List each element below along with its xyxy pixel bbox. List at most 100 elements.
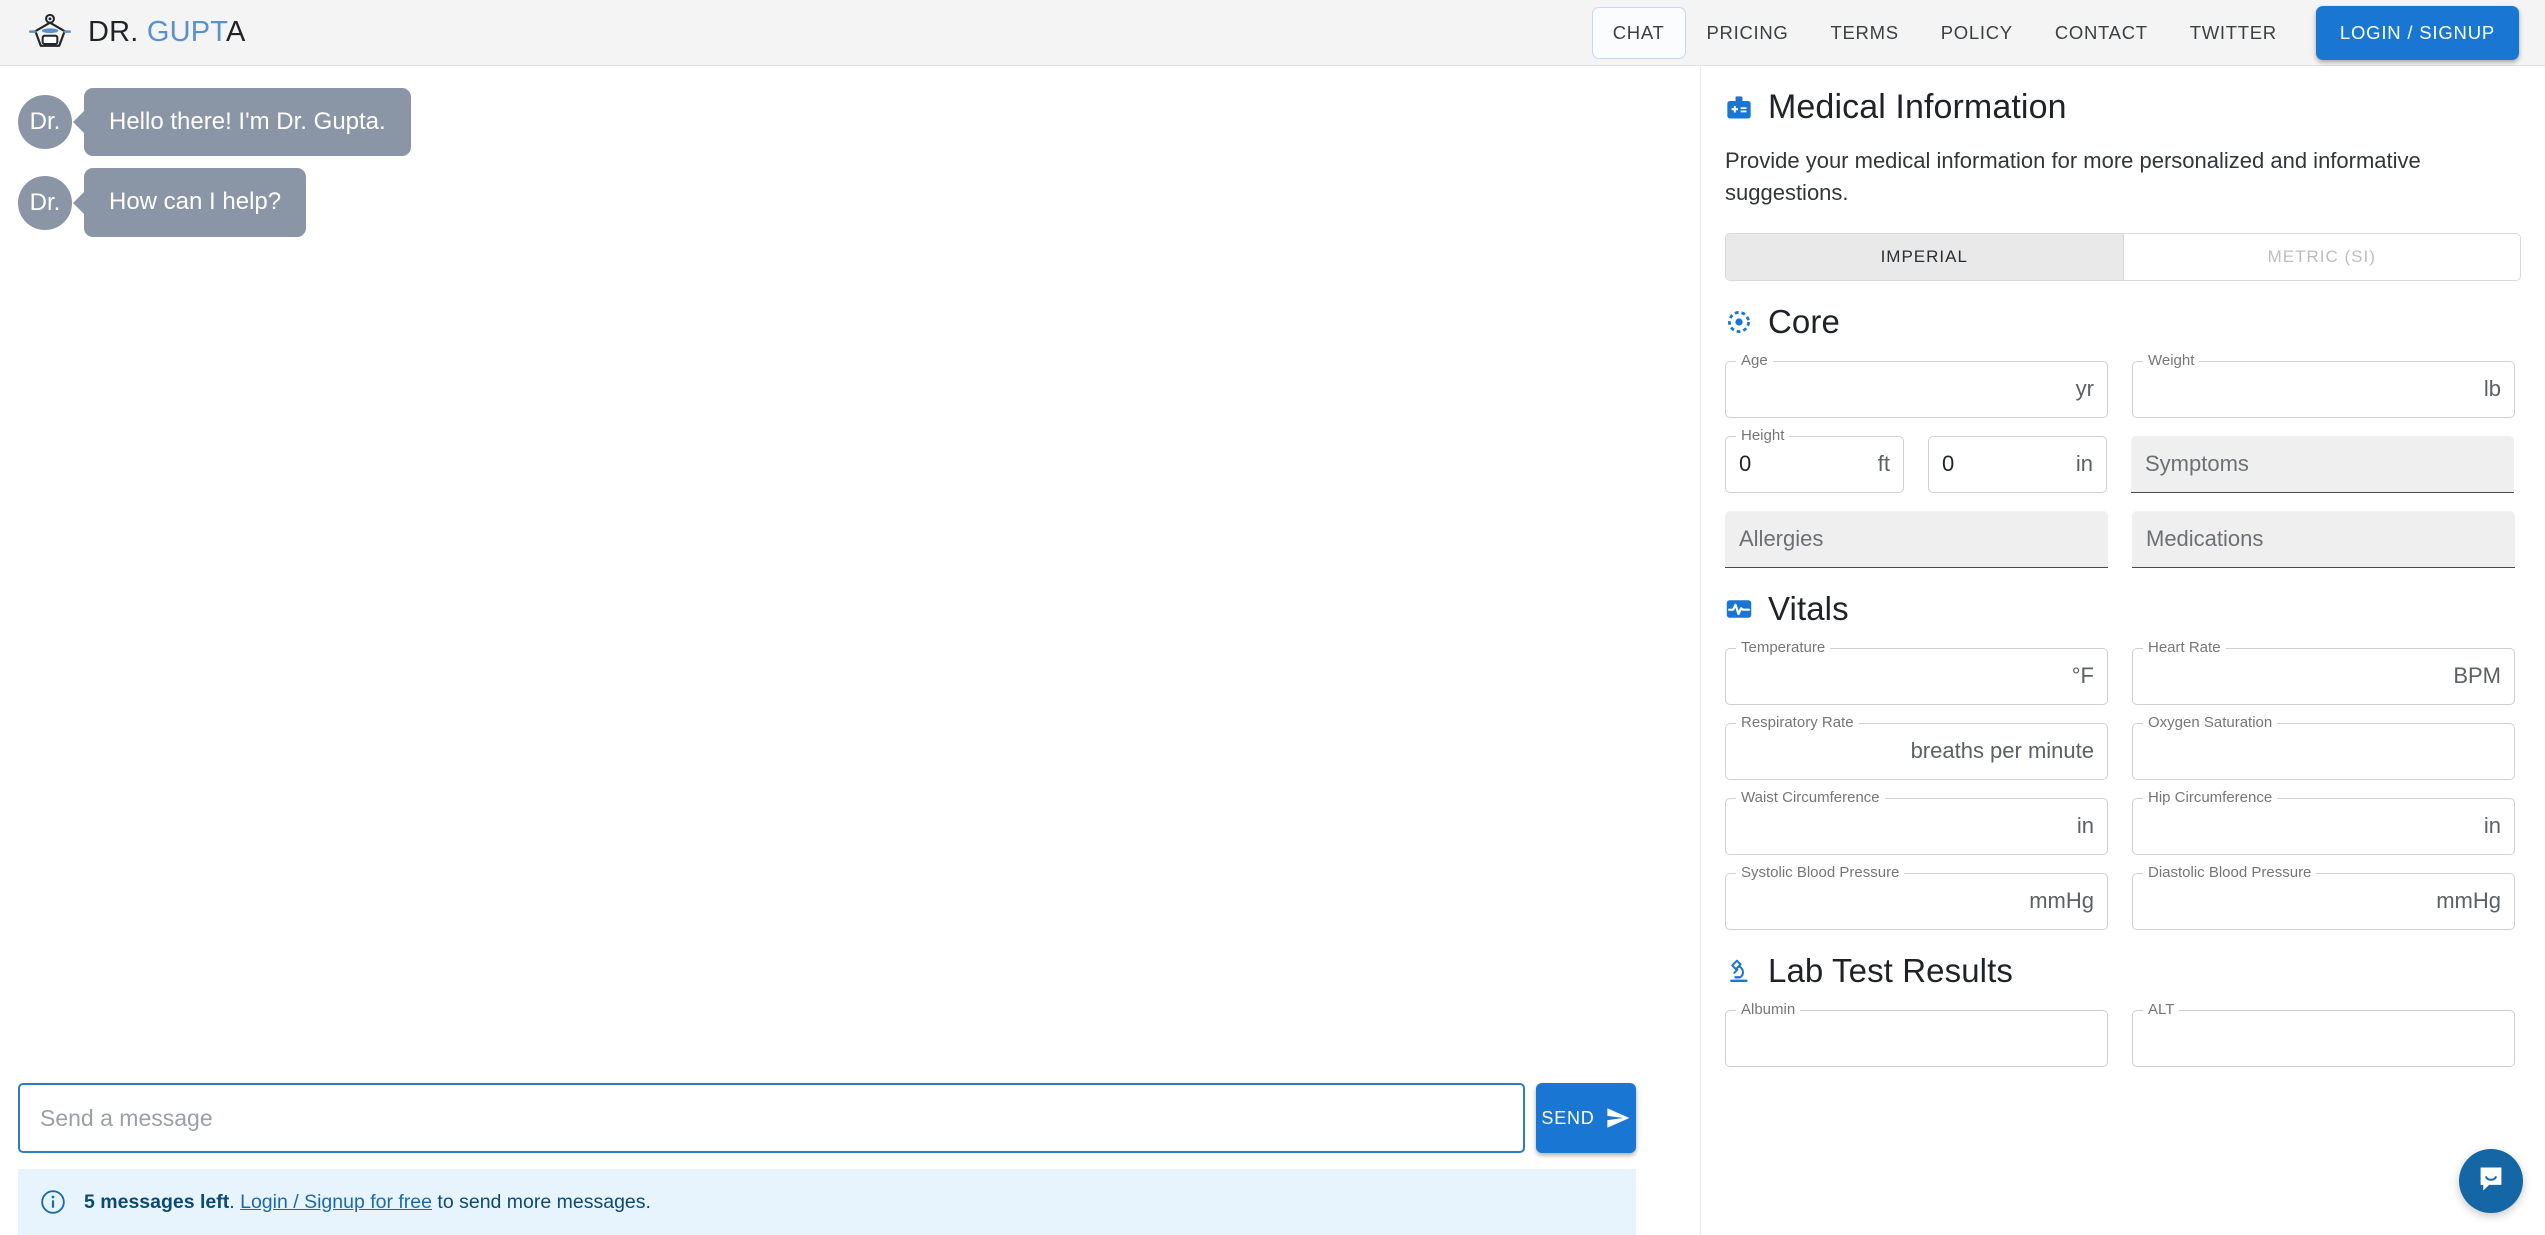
login-signup-button[interactable]: LOGIN / SIGNUP: [2316, 6, 2519, 60]
microscope-icon: [1725, 957, 1753, 985]
oxygen-saturation-input[interactable]: [2132, 723, 2515, 780]
section-title-lab-test-results: Lab Test Results: [1768, 952, 2013, 990]
heart-rate-input[interactable]: [2132, 648, 2515, 705]
field-albumin: Albumin: [1725, 1010, 2108, 1067]
diastolic-blood-pressure-label: Diastolic Blood Pressure: [2143, 864, 2316, 881]
weight-field[interactable]: Weight lb: [2132, 361, 2515, 418]
field-oxygen-saturation: Oxygen Saturation: [2132, 723, 2515, 780]
robot-doctor-logo-icon: [28, 11, 72, 55]
height-inches-input[interactable]: [1928, 436, 2107, 493]
albumin-field[interactable]: Albumin: [1725, 1010, 2108, 1067]
send-button-label: SEND: [1541, 1108, 1594, 1129]
height-inches-field[interactable]: in: [1928, 436, 2107, 493]
symptoms-field[interactable]: [2131, 436, 2514, 493]
field-medications: [2132, 511, 2515, 568]
message-input[interactable]: [18, 1083, 1525, 1153]
weight-input[interactable]: [2132, 361, 2515, 418]
section-header-core: Core: [1725, 303, 2521, 341]
field-height-feet: Height ft: [1725, 436, 1904, 493]
field-waist-circumference: Waist Circumference in: [1725, 798, 2108, 855]
medical-information-panel: Medical Information Provide your medical…: [1700, 66, 2545, 1235]
age-label: Age: [1736, 352, 1773, 369]
alt-label: ALT: [2143, 1001, 2179, 1018]
avatar: Dr.: [18, 176, 72, 230]
unit-system-toggle: IMPERIAL METRIC (SI): [1725, 233, 2521, 281]
medical-id-badge-icon: [1725, 94, 1753, 122]
nav-item-twitter[interactable]: TWITTER: [2169, 7, 2298, 59]
systolic-blood-pressure-input[interactable]: [1725, 873, 2108, 930]
message-list: Dr. Hello there! I'm Dr. Gupta. Dr. How …: [0, 66, 1700, 237]
field-diastolic-blood-pressure: Diastolic Blood Pressure mmHg: [2132, 873, 2515, 930]
age-field[interactable]: Age yr: [1725, 361, 2108, 418]
heart-rate-field[interactable]: Heart Rate BPM: [2132, 648, 2515, 705]
login-signup-link[interactable]: Login / Signup for free: [240, 1191, 432, 1213]
nav-item-terms[interactable]: TERMS: [1810, 7, 1920, 59]
waist-circumference-label: Waist Circumference: [1736, 789, 1885, 806]
send-button[interactable]: SEND: [1536, 1083, 1636, 1153]
core-fields-grid: Age yr Weight lb Height ft: [1725, 361, 2521, 568]
field-heart-rate: Heart Rate BPM: [2132, 648, 2515, 705]
chat-message: Dr. How can I help?: [18, 168, 1700, 236]
nav-item-policy[interactable]: POLICY: [1920, 7, 2034, 59]
alert-separator: .: [229, 1191, 240, 1213]
panel-description: Provide your medical information for mor…: [1725, 145, 2521, 209]
medications-input[interactable]: [2132, 511, 2515, 567]
nav-item-contact[interactable]: CONTACT: [2034, 7, 2169, 59]
hip-circumference-input[interactable]: [2132, 798, 2515, 855]
albumin-input[interactable]: [1725, 1010, 2108, 1067]
diastolic-blood-pressure-field[interactable]: Diastolic Blood Pressure mmHg: [2132, 873, 2515, 930]
alt-field[interactable]: ALT: [2132, 1010, 2515, 1067]
brand-logo-link[interactable]: DR. GUPTA: [28, 11, 246, 55]
age-input[interactable]: [1725, 361, 2108, 418]
info-icon: [40, 1189, 66, 1215]
vitals-fields-grid: Temperature °F Heart Rate BPM Respirator…: [1725, 648, 2521, 930]
temperature-field[interactable]: Temperature °F: [1725, 648, 2108, 705]
core-target-icon: [1725, 308, 1753, 336]
temperature-input[interactable]: [1725, 648, 2108, 705]
section-title-vitals: Vitals: [1768, 590, 1849, 628]
nav-item-chat[interactable]: CHAT: [1592, 7, 1686, 59]
vitals-pulse-icon: [1725, 595, 1753, 623]
unit-option-metric[interactable]: METRIC (SI): [2123, 233, 2522, 281]
alt-input[interactable]: [2132, 1010, 2515, 1067]
brand-name: DR. GUPTA: [88, 16, 246, 49]
hip-circumference-label: Hip Circumference: [2143, 789, 2277, 806]
waist-circumference-input[interactable]: [1725, 798, 2108, 855]
waist-circumference-field[interactable]: Waist Circumference in: [1725, 798, 2108, 855]
unit-option-imperial[interactable]: IMPERIAL: [1725, 233, 2123, 281]
respiratory-rate-field[interactable]: Respiratory Rate breaths per minute: [1725, 723, 2108, 780]
quota-alert-text: 5 messages left. Login / Signup for free…: [84, 1191, 651, 1214]
hip-circumference-field[interactable]: Hip Circumference in: [2132, 798, 2515, 855]
field-respiratory-rate: Respiratory Rate breaths per minute: [1725, 723, 2108, 780]
systolic-blood-pressure-field[interactable]: Systolic Blood Pressure mmHg: [1725, 873, 2108, 930]
field-hip-circumference: Hip Circumference in: [2132, 798, 2515, 855]
intercom-launcher-button[interactable]: [2459, 1149, 2523, 1213]
medications-field[interactable]: [2132, 511, 2515, 568]
oxygen-saturation-label: Oxygen Saturation: [2143, 714, 2277, 731]
page-title: Medical Information: [1768, 88, 2067, 127]
height-feet-field[interactable]: Height ft: [1725, 436, 1904, 493]
field-alt: ALT: [2132, 1010, 2515, 1067]
allergies-input[interactable]: [1725, 511, 2108, 567]
section-header-lab-test-results: Lab Test Results: [1725, 952, 2521, 990]
nav-item-pricing[interactable]: PRICING: [1686, 7, 1810, 59]
field-systolic-blood-pressure: Systolic Blood Pressure mmHg: [1725, 873, 2108, 930]
oxygen-saturation-field[interactable]: Oxygen Saturation: [2132, 723, 2515, 780]
weight-label: Weight: [2143, 352, 2199, 369]
message-bubble-wrap: How can I help?: [84, 168, 306, 236]
section-title-core: Core: [1768, 303, 1840, 341]
alert-tail-text: to send more messages.: [432, 1191, 651, 1213]
medical-information-header: Medical Information: [1725, 88, 2521, 127]
lab-fields-grid: Albumin ALT: [1725, 1010, 2521, 1067]
allergies-field[interactable]: [1725, 511, 2108, 568]
diastolic-blood-pressure-input[interactable]: [2132, 873, 2515, 930]
symptoms-input[interactable]: [2131, 436, 2514, 492]
section-header-vitals: Vitals: [1725, 590, 2521, 628]
message-text: How can I help?: [84, 168, 306, 236]
avatar: Dr.: [18, 95, 72, 149]
send-arrow-icon: [1605, 1105, 1631, 1131]
intercom-chat-icon: [2475, 1163, 2507, 1200]
height-feet-input[interactable]: [1725, 436, 1904, 493]
respiratory-rate-input[interactable]: [1725, 723, 2108, 780]
field-weight: Weight lb: [2132, 361, 2515, 418]
